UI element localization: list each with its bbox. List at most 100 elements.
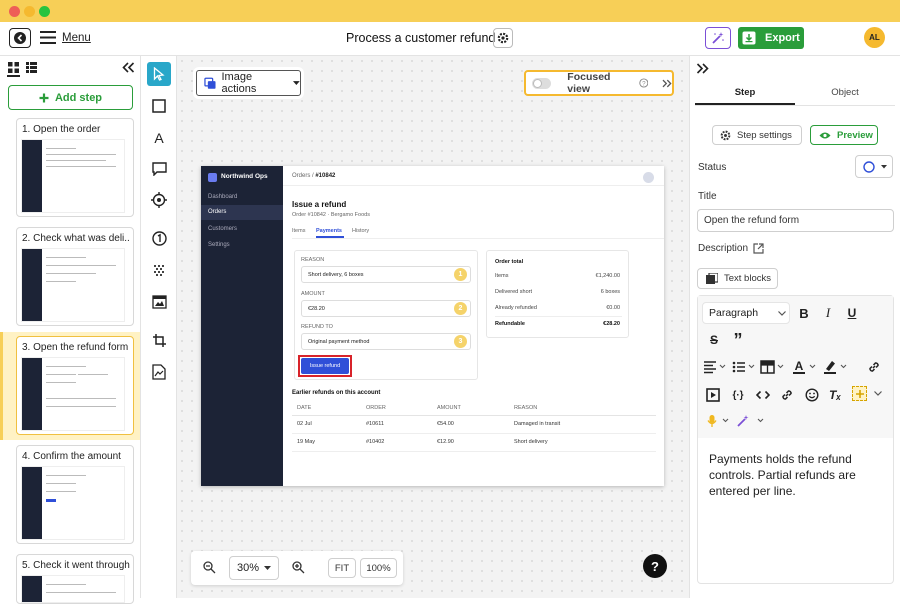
zoom-toolbar: 30% FIT 100% — [191, 551, 403, 585]
image-actions-dropdown[interactable]: Image actions — [196, 70, 301, 96]
table-cell: €54.00 — [437, 421, 454, 427]
download-icon — [742, 31, 756, 45]
caret-down-icon — [264, 565, 272, 570]
bold-button[interactable]: B — [794, 304, 814, 322]
image-copy-icon — [204, 77, 216, 89]
more-tools-button[interactable] — [874, 391, 882, 396]
menu-button[interactable]: Menu — [40, 31, 91, 44]
focused-view-label: Focused view — [567, 71, 611, 95]
title-input[interactable]: Open the refund form — [697, 209, 894, 232]
list-button[interactable] — [732, 360, 756, 374]
zoom-out-button[interactable] — [203, 561, 216, 574]
emoji-button[interactable] — [805, 388, 819, 402]
table-header: DATE — [297, 405, 312, 411]
quote-button[interactable]: ” — [728, 331, 748, 349]
refund-form-card: REASON Short delivery, 6 boxes 1 AMOUNT … — [294, 250, 478, 380]
underline-button[interactable]: U — [842, 304, 862, 322]
help-circle-icon[interactable]: ? — [639, 78, 649, 88]
total-row-value: €28.20 — [603, 321, 620, 327]
step-card-1[interactable]: 1. Open the order — [16, 118, 134, 217]
step-screenshot[interactable]: Northwind Ops Dashboard Orders Customers… — [201, 166, 664, 486]
refund-to-label: REFUND TO — [301, 324, 333, 330]
step-settings-button[interactable]: Step settings — [712, 125, 802, 145]
back-arrow-icon — [14, 32, 26, 44]
hotspot-tool[interactable] — [147, 188, 171, 212]
step-card-4[interactable]: 4. Confirm the amount — [16, 445, 134, 544]
list-view-toggle[interactable] — [26, 62, 37, 73]
expand-panel-button[interactable] — [696, 63, 709, 74]
collapse-panel-button[interactable] — [122, 62, 135, 73]
link-button[interactable] — [867, 360, 881, 374]
step-card-2[interactable]: 2. Check what was deli... — [16, 227, 134, 326]
text-tool[interactable]: A — [147, 126, 171, 150]
step-card-5[interactable]: 5. Check it went through — [16, 554, 134, 604]
user-avatar[interactable]: AL — [864, 27, 885, 48]
help-button[interactable]: ? — [643, 554, 667, 578]
back-button[interactable] — [9, 28, 31, 48]
number-marker-tool[interactable] — [147, 226, 171, 250]
highlight-button[interactable] — [823, 359, 849, 375]
external-edit-icon[interactable] — [753, 243, 764, 254]
step-thumbnail — [21, 575, 125, 603]
step-thumbnail — [21, 139, 125, 213]
tab-step[interactable]: Step — [695, 87, 795, 98]
rectangle-tool[interactable] — [147, 94, 171, 118]
total-row-label: Delivered short — [495, 289, 532, 295]
selected-step-marker — [0, 332, 3, 440]
gear-icon — [720, 130, 731, 140]
status-select[interactable] — [855, 155, 893, 178]
bullet-list-icon — [732, 361, 755, 373]
select-tool[interactable] — [147, 62, 171, 86]
grid-view-toggle[interactable] — [8, 62, 19, 73]
grid-view-active-underline — [7, 75, 20, 77]
text-color-button[interactable]: A — [792, 359, 818, 375]
crop-tool[interactable] — [147, 328, 171, 352]
window-maximize-button[interactable] — [39, 6, 50, 17]
title-settings-button[interactable] — [493, 28, 513, 48]
ai-assist-button[interactable] — [705, 27, 731, 49]
description-text[interactable]: Payments holds the refund controls. Part… — [709, 451, 884, 499]
add-step-button[interactable]: Add step — [8, 85, 133, 110]
embed-video-button[interactable] — [706, 388, 720, 402]
nav-settings: Settings — [208, 242, 230, 248]
strikethrough-button[interactable]: S — [704, 331, 724, 349]
total-row-value: €1,240.00 — [595, 273, 620, 279]
blur-tool[interactable] — [147, 258, 171, 282]
tab-object[interactable]: Object — [795, 87, 895, 98]
table-button[interactable] — [760, 360, 786, 374]
actual-size-button[interactable]: 100% — [360, 558, 397, 578]
focused-view-toggle[interactable]: Focused view ? — [524, 70, 674, 96]
caret-down-icon — [293, 80, 300, 85]
toggle-switch[interactable] — [532, 77, 552, 89]
fit-button[interactable]: FIT — [328, 558, 356, 578]
step-thumbnail — [21, 466, 125, 540]
voice-button[interactable] — [706, 414, 732, 428]
description-editor: Paragraph B I U S ” A {·} Tₓ Payments ho… — [697, 295, 894, 584]
text-blocks-button[interactable]: Text blocks — [697, 268, 778, 289]
ai-text-button[interactable] — [852, 386, 867, 401]
export-button[interactable]: Export — [738, 27, 804, 49]
step-card-3[interactable]: 3. Open the refund form — [16, 336, 134, 435]
amount-label: AMOUNT — [301, 291, 325, 297]
zoom-select[interactable]: 30% — [229, 556, 279, 580]
reason-label: REASON — [301, 257, 325, 263]
replace-image-tool[interactable] — [147, 360, 171, 384]
variable-button[interactable]: {·} — [728, 386, 748, 404]
image-tool[interactable] — [147, 290, 171, 314]
image-actions-label: Image actions — [221, 71, 257, 95]
step-label: 2. Check what was deli... — [22, 233, 130, 244]
paragraph-style-select[interactable]: Paragraph — [702, 302, 790, 324]
chevrons-right-icon[interactable] — [662, 79, 672, 88]
align-button[interactable] — [703, 360, 727, 374]
clear-format-button[interactable]: Tₓ — [825, 386, 845, 404]
callout-tool[interactable] — [147, 157, 171, 181]
table-cell: Damaged in transit — [514, 421, 561, 427]
italic-button[interactable]: I — [818, 304, 838, 322]
window-close-button[interactable] — [9, 6, 20, 17]
code-button[interactable] — [756, 388, 770, 402]
window-minimize-button[interactable] — [24, 6, 35, 17]
insert-link-button[interactable] — [780, 388, 794, 402]
preview-button[interactable]: Preview — [810, 125, 878, 145]
ai-rewrite-button[interactable] — [736, 414, 768, 428]
zoom-in-button[interactable] — [292, 561, 305, 574]
